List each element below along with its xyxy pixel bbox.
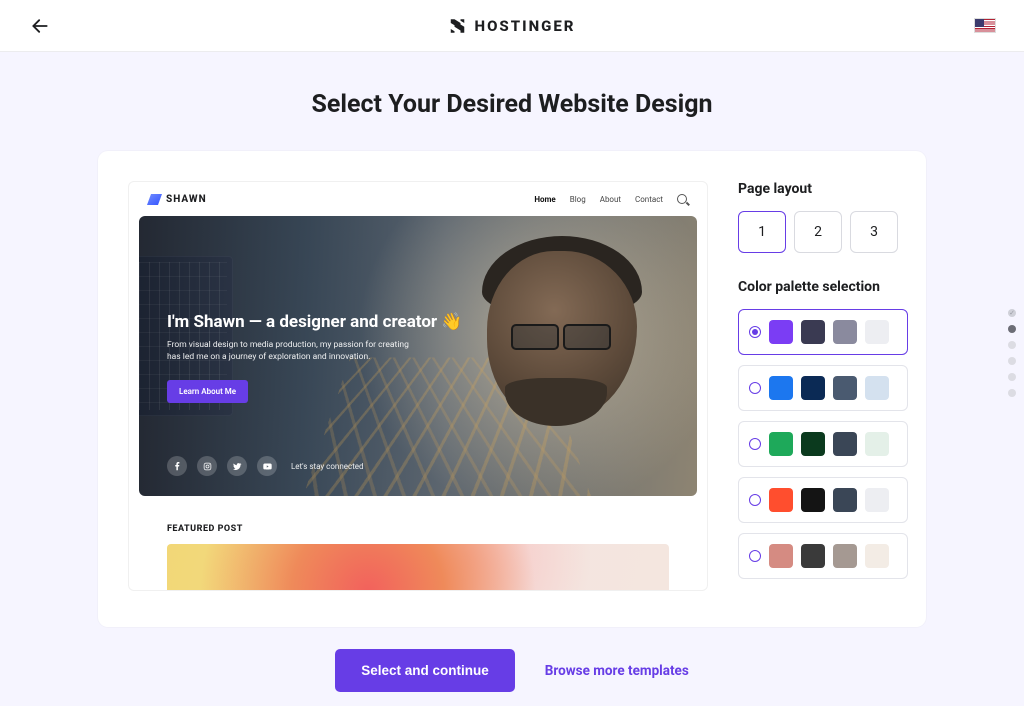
layout-option-3[interactable]: 3	[850, 211, 898, 253]
preview-social-row: Let's stay connected	[167, 456, 364, 476]
select-continue-button[interactable]: Select and continue	[335, 649, 515, 692]
swatch-4	[865, 544, 889, 568]
radio-icon	[749, 550, 761, 562]
radio-icon	[749, 382, 761, 394]
radio-icon	[749, 326, 761, 338]
preview-nav: Home Blog About Contact	[534, 194, 687, 204]
progress-step-done	[1008, 309, 1016, 317]
swatch-3	[833, 488, 857, 512]
preview-header: SHAWN Home Blog About Contact	[129, 182, 707, 216]
swatch-2	[801, 488, 825, 512]
preview-site-name: SHAWN	[166, 194, 207, 205]
page-layout-heading: Page layout	[738, 181, 908, 197]
top-bar: HOSTINGER	[0, 0, 1024, 52]
facebook-icon	[167, 456, 187, 476]
preview-brand-icon	[147, 194, 162, 205]
preview-hero-headline-text: I'm Shawn — a designer and creator	[167, 312, 437, 332]
layout-option-2[interactable]: 2	[794, 211, 842, 253]
preview-hero: I'm Shawn — a designer and creator 👋 Fro…	[139, 216, 697, 496]
swatch-3	[833, 432, 857, 456]
swatch-3	[833, 376, 857, 400]
preview-nav-contact: Contact	[635, 195, 663, 204]
preview-nav-about: About	[600, 195, 621, 204]
swatch-1	[769, 488, 793, 512]
progress-step	[1008, 357, 1016, 365]
locale-flag-us[interactable]	[974, 18, 996, 33]
preview-column: SHAWN Home Blog About Contact	[128, 181, 708, 627]
design-card: SHAWN Home Blog About Contact	[98, 151, 926, 627]
color-palette-heading: Color palette selection	[738, 279, 908, 295]
layout-option-1[interactable]: 1	[738, 211, 786, 253]
swatch-1	[769, 320, 793, 344]
preview-cta-button: Learn About Me	[167, 380, 248, 403]
youtube-icon	[257, 456, 277, 476]
twitter-icon	[227, 456, 247, 476]
progress-step	[1008, 373, 1016, 381]
swatch-3	[833, 544, 857, 568]
swatch-2	[801, 320, 825, 344]
preview-featured-image	[167, 544, 669, 591]
swatch-4	[865, 320, 889, 344]
swatch-4	[865, 376, 889, 400]
preview-hero-sub: From visual design to media production, …	[167, 340, 417, 364]
page-title: Select Your Desired Website Design	[0, 90, 1024, 119]
instagram-icon	[197, 456, 217, 476]
palette-list	[738, 309, 908, 579]
progress-step	[1008, 389, 1016, 397]
palette-option-4[interactable]	[738, 477, 908, 523]
search-icon	[677, 194, 687, 204]
swatch-2	[801, 432, 825, 456]
preview-hero-headline: I'm Shawn — a designer and creator 👋	[167, 312, 669, 332]
swatch-4	[865, 432, 889, 456]
back-button[interactable]	[28, 14, 52, 38]
preview-nav-blog: Blog	[570, 195, 586, 204]
palette-option-5[interactable]	[738, 533, 908, 579]
palette-option-1[interactable]	[738, 309, 908, 355]
swatch-4	[865, 488, 889, 512]
progress-step-current	[1008, 325, 1016, 333]
preview-featured-label: FEATURED POST	[167, 524, 707, 534]
swatch-2	[801, 376, 825, 400]
preview-social-text: Let's stay connected	[291, 462, 364, 471]
footer-actions: Select and continue Browse more template…	[0, 649, 1024, 692]
swatch-1	[769, 544, 793, 568]
options-column: Page layout 1 2 3 Color palette selectio…	[738, 181, 908, 627]
progress-indicator	[1008, 309, 1016, 397]
preview-nav-home: Home	[534, 195, 555, 204]
swatch-1	[769, 376, 793, 400]
preview-brand: SHAWN	[149, 194, 207, 205]
palette-option-2[interactable]	[738, 365, 908, 411]
brand-mark-icon	[449, 17, 467, 35]
radio-icon	[749, 494, 761, 506]
arrow-left-icon	[30, 16, 50, 36]
palette-option-3[interactable]	[738, 421, 908, 467]
browse-templates-link[interactable]: Browse more templates	[545, 663, 689, 679]
swatch-3	[833, 320, 857, 344]
page-layout-options: 1 2 3	[738, 211, 908, 253]
brand-logo: HOSTINGER	[449, 17, 576, 35]
swatch-2	[801, 544, 825, 568]
wave-emoji-icon: 👋	[441, 312, 462, 332]
preview-person-graphic	[397, 216, 697, 496]
brand-name: HOSTINGER	[475, 17, 576, 35]
progress-step	[1008, 341, 1016, 349]
template-preview[interactable]: SHAWN Home Blog About Contact	[128, 181, 708, 591]
swatch-1	[769, 432, 793, 456]
radio-icon	[749, 438, 761, 450]
